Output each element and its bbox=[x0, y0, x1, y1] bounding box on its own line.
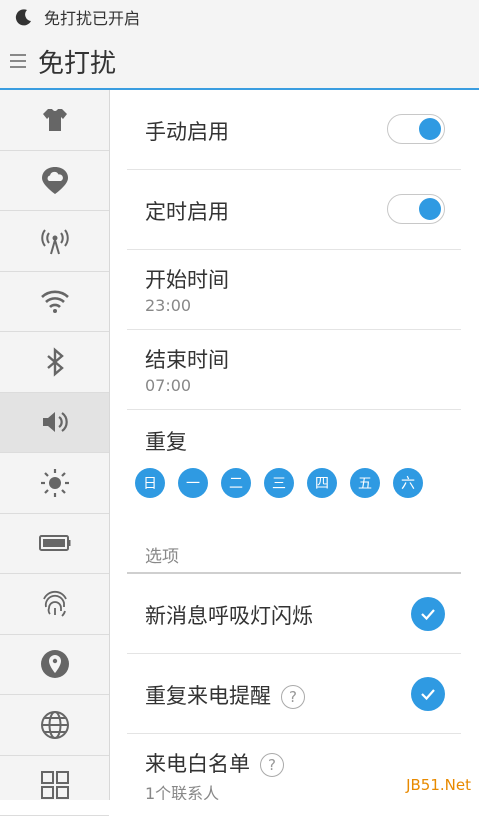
manual-enable-row[interactable]: 手动启用 bbox=[127, 90, 461, 170]
day-fri-button[interactable]: 五 bbox=[350, 468, 380, 498]
checkmark-icon bbox=[418, 604, 438, 624]
wifi-icon bbox=[38, 284, 72, 318]
sidebar-item-wifi[interactable] bbox=[0, 272, 109, 333]
whitelist-value: 1个联系人 bbox=[145, 780, 219, 800]
watermark: JB51.Net bbox=[406, 776, 471, 794]
theme-shirt-icon bbox=[38, 103, 72, 137]
breathing-light-checkbox[interactable] bbox=[411, 597, 445, 631]
cloud-location-icon bbox=[38, 163, 72, 197]
start-time-label: 开始时间 bbox=[145, 264, 229, 294]
settings-panel: 手动启用 定时启用 开始时间 23:00 结束时间 07:00 重复 日 一 二… bbox=[111, 90, 479, 800]
sidebar bbox=[0, 90, 110, 800]
checkmark-icon bbox=[418, 684, 438, 704]
globe-icon bbox=[38, 708, 72, 742]
repeat-label: 重复 bbox=[145, 426, 187, 456]
status-text: 免打扰已开启 bbox=[44, 5, 140, 29]
sound-icon bbox=[38, 405, 72, 439]
breathing-light-label: 新消息呼吸灯闪烁 bbox=[145, 600, 313, 630]
page-title: 免打扰 bbox=[38, 43, 116, 80]
end-time-row[interactable]: 结束时间 07:00 bbox=[127, 330, 461, 410]
scheduled-enable-row[interactable]: 定时启用 bbox=[127, 170, 461, 250]
brightness-icon bbox=[38, 466, 72, 500]
hotspot-icon bbox=[38, 224, 72, 258]
sidebar-item-apps[interactable] bbox=[0, 756, 109, 816]
day-mon-button[interactable]: 一 bbox=[178, 468, 208, 498]
sidebar-item-theme[interactable] bbox=[0, 90, 109, 151]
sidebar-item-bluetooth[interactable] bbox=[0, 332, 109, 393]
location-icon bbox=[38, 647, 72, 681]
battery-icon bbox=[38, 526, 72, 560]
whitelist-text: 来电白名单? bbox=[145, 748, 284, 778]
apps-grid-icon bbox=[38, 768, 72, 802]
options-section-title: 选项 bbox=[145, 542, 179, 567]
help-icon[interactable]: ? bbox=[260, 753, 284, 777]
manual-enable-toggle[interactable] bbox=[387, 114, 445, 144]
day-sat-button[interactable]: 六 bbox=[393, 468, 423, 498]
day-thu-button[interactable]: 四 bbox=[307, 468, 337, 498]
bluetooth-icon bbox=[38, 345, 72, 379]
help-icon[interactable]: ? bbox=[281, 685, 305, 709]
sidebar-item-hotspot[interactable] bbox=[0, 211, 109, 272]
scheduled-enable-toggle[interactable] bbox=[387, 194, 445, 224]
end-time-label: 结束时间 bbox=[145, 344, 229, 374]
sidebar-item-battery[interactable] bbox=[0, 514, 109, 575]
end-time-value: 07:00 bbox=[145, 376, 191, 395]
sidebar-item-location[interactable] bbox=[0, 635, 109, 696]
scheduled-enable-label: 定时启用 bbox=[145, 196, 229, 226]
sidebar-item-sound[interactable] bbox=[0, 393, 109, 454]
repeat-row: 重复 bbox=[127, 410, 461, 520]
menu-icon[interactable] bbox=[10, 51, 26, 71]
status-bar: 免打扰已开启 bbox=[0, 0, 479, 34]
repeat-call-row[interactable]: 重复来电提醒? bbox=[127, 654, 461, 734]
day-wed-button[interactable]: 三 bbox=[264, 468, 294, 498]
start-time-row[interactable]: 开始时间 23:00 bbox=[127, 250, 461, 330]
sidebar-item-globe[interactable] bbox=[0, 695, 109, 756]
manual-enable-label: 手动启用 bbox=[145, 116, 229, 146]
sidebar-item-brightness[interactable] bbox=[0, 453, 109, 514]
repeat-call-label: 重复来电提醒 bbox=[145, 684, 271, 708]
day-tue-button[interactable]: 二 bbox=[221, 468, 251, 498]
day-sun-button[interactable]: 日 bbox=[135, 468, 165, 498]
start-time-value: 23:00 bbox=[145, 296, 191, 315]
title-bar: 免打扰 bbox=[0, 34, 479, 90]
breathing-light-row[interactable]: 新消息呼吸灯闪烁 bbox=[127, 574, 461, 654]
repeat-call-checkbox[interactable] bbox=[411, 677, 445, 711]
repeat-call-text: 重复来电提醒? bbox=[145, 680, 305, 710]
moon-icon bbox=[14, 7, 34, 27]
sidebar-item-cloud[interactable] bbox=[0, 151, 109, 212]
fingerprint-icon bbox=[38, 587, 72, 621]
whitelist-label: 来电白名单 bbox=[145, 752, 250, 776]
repeat-days: 日 一 二 三 四 五 六 bbox=[135, 468, 423, 498]
sidebar-item-fingerprint[interactable] bbox=[0, 574, 109, 635]
